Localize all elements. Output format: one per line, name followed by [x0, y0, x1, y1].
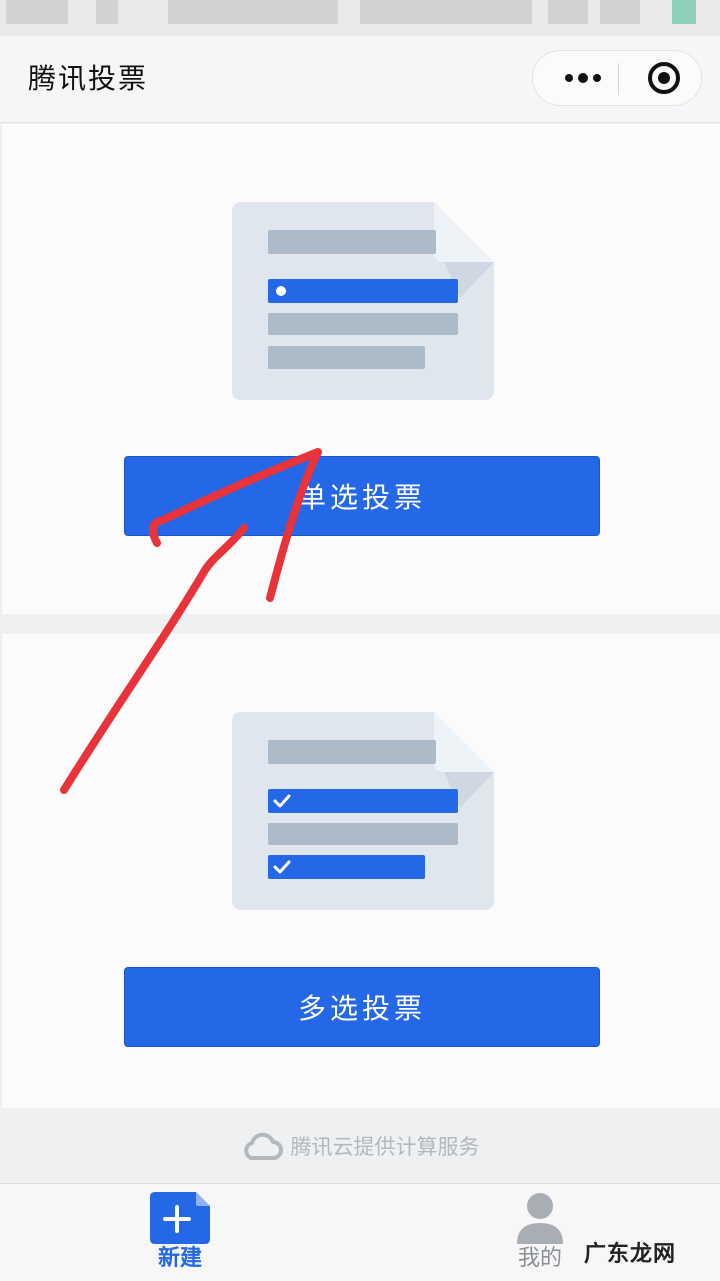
tab-new-label: 新建 — [157, 1245, 202, 1271]
single-choice-document-icon — [232, 202, 494, 400]
multi-vote-button[interactable]: 多选投票 — [124, 967, 600, 1047]
user-icon — [517, 1193, 563, 1244]
status-bar — [0, 0, 720, 36]
footer-credit: 腾讯云提供计算服务 — [0, 1126, 720, 1166]
page-title: 腾讯投票 — [28, 62, 149, 95]
single-vote-button[interactable]: 单选投票 — [124, 456, 600, 536]
watermark: 广东龙网 — [584, 1242, 677, 1267]
cloud-icon — [243, 1132, 283, 1160]
footer-credit-text: 腾讯云提供计算服务 — [290, 1135, 480, 1159]
navigation-bar: 腾讯投票 — [0, 36, 720, 123]
multi-choice-document-icon — [232, 712, 494, 910]
target-circle-icon[interactable] — [633, 51, 695, 105]
capsule-divider — [618, 63, 619, 95]
add-document-icon — [150, 1192, 210, 1244]
tab-new[interactable]: 新建 — [100, 1184, 260, 1281]
mini-program-capsule — [532, 50, 702, 106]
more-dots-icon[interactable] — [549, 51, 617, 105]
single-vote-card: 单选投票 — [2, 124, 720, 614]
multi-vote-card: 多选投票 — [2, 634, 720, 1108]
